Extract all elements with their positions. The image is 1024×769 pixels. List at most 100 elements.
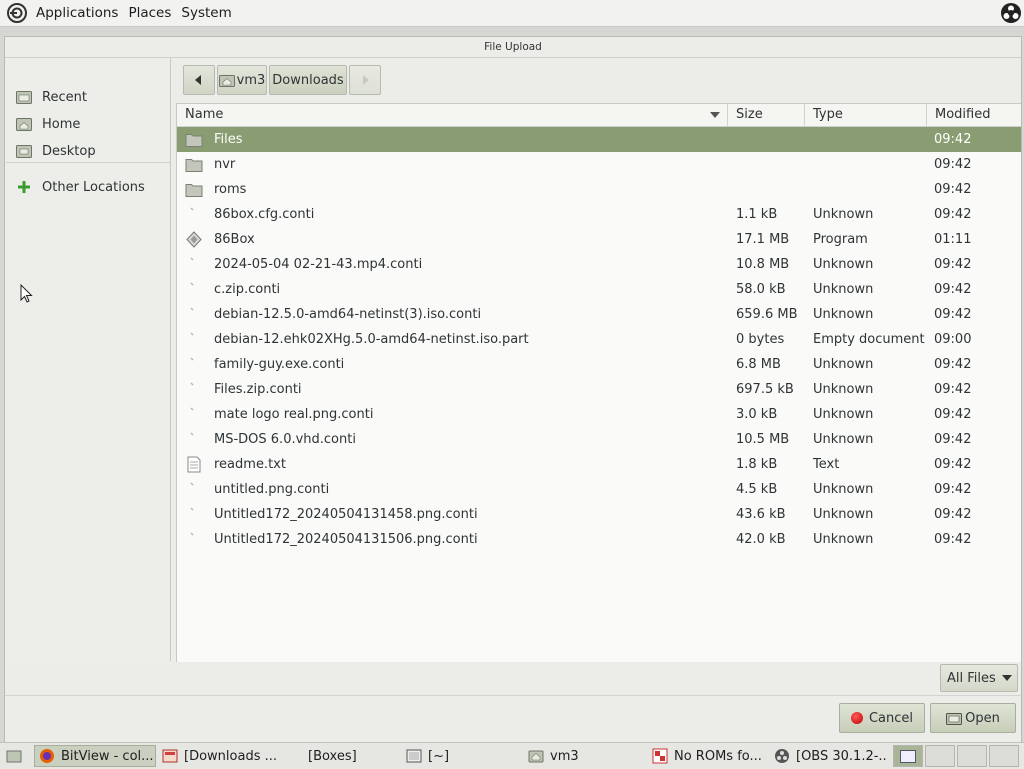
chevron-down-icon: [1001, 675, 1012, 681]
file-type: Unknown: [813, 207, 874, 222]
unknown-file-icon: [185, 506, 203, 523]
taskbar-item[interactable]: [Downloads ...: [158, 745, 278, 767]
right-arrow-icon: [363, 75, 369, 85]
dialog-title[interactable]: File Upload: [5, 37, 1021, 58]
column-header-modified[interactable]: Modified: [927, 104, 1021, 126]
column-header-size[interactable]: Size: [728, 104, 805, 126]
file-row[interactable]: Files 09:42: [177, 127, 1021, 152]
show-desktop-button[interactable]: [2, 745, 24, 767]
file-row[interactable]: c.zip.conti 58.0 kB Unknown 09:42: [177, 277, 1021, 302]
file-row[interactable]: Untitled172_20240504131458.png.conti 43.6…: [177, 502, 1021, 527]
file-modified: 09:42: [934, 257, 972, 272]
unknown-file-icon: [185, 481, 203, 498]
file-row[interactable]: 86Box 17.1 MB Program 01:11: [177, 227, 1021, 252]
file-row[interactable]: roms 09:42: [177, 177, 1021, 202]
file-modified: 09:00: [934, 332, 972, 347]
path-segment-downloads[interactable]: Downloads: [269, 65, 347, 95]
taskbar-item[interactable]: No ROMs fo...: [648, 745, 766, 767]
file-row[interactable]: 2024-05-04 02-21-43.mp4.conti 10.8 MB Unkn…: [177, 252, 1021, 277]
file-row[interactable]: untitled.png.conti 4.5 kB Unknown 09:42: [177, 477, 1021, 502]
path-forward-button[interactable]: [349, 65, 381, 95]
file-modified: 09:42: [934, 307, 972, 322]
column-header-name[interactable]: Name: [177, 104, 728, 126]
file-row[interactable]: readme.txt 1.8 kB Text 09:42: [177, 452, 1021, 477]
file-row[interactable]: Files.zip.conti 697.5 kB Unknown 09:42: [177, 377, 1021, 402]
applications-menu[interactable]: Applications: [31, 5, 123, 21]
sidebar-item-desktop[interactable]: Desktop: [16, 139, 96, 163]
workspace-1[interactable]: [893, 745, 923, 767]
sidebar-item-label: Recent: [42, 89, 87, 105]
file-row[interactable]: mate logo real.png.conti 3.0 kB Unknown 09:…: [177, 402, 1021, 427]
taskbar-item-label: [Boxes]: [308, 748, 357, 764]
mouse-cursor-icon: [20, 284, 33, 303]
mate-logo-icon[interactable]: [7, 3, 27, 23]
file-type: Unknown: [813, 407, 874, 422]
file-modified: 01:11: [934, 232, 972, 247]
file-name: Files.zip.conti: [214, 382, 302, 397]
open-button[interactable]: Open: [930, 703, 1016, 733]
file-name: debian-12.ehk02XHg.5.0-amd64-netinst.iso…: [214, 332, 529, 347]
path-segment-vm3[interactable]: vm3: [217, 65, 267, 95]
file-modified: 09:42: [934, 407, 972, 422]
file-size: 42.0 kB: [736, 532, 786, 547]
file-row[interactable]: family-guy.exe.conti 6.8 MB Unknown 09:42: [177, 352, 1021, 377]
file-row[interactable]: debian-12.5.0-amd64-netinst(3).iso.conti…: [177, 302, 1021, 327]
file-size: 58.0 kB: [736, 282, 786, 297]
obs-tray-icon[interactable]: [1000, 2, 1022, 24]
sidebar-item-other-locations[interactable]: Other Locations: [16, 175, 145, 199]
taskbar-item[interactable]: [~]: [402, 745, 512, 767]
path-segment-label: vm3: [236, 72, 266, 88]
executable-icon: [185, 231, 203, 248]
path-back-button[interactable]: [183, 65, 215, 95]
file-size: 17.1 MB: [736, 232, 790, 247]
taskbar-item[interactable]: vm3: [524, 745, 636, 767]
sort-descending-icon: [710, 112, 720, 118]
file-upload-dialog: File Upload Recent Home Desktop Other Lo…: [4, 36, 1022, 743]
open-label: Open: [965, 710, 1000, 726]
file-name: family-guy.exe.conti: [214, 357, 345, 372]
file-name: nvr: [214, 157, 236, 172]
workspace-3[interactable]: [957, 745, 987, 767]
sidebar-item-home[interactable]: Home: [16, 112, 80, 136]
file-name: Untitled172_20240504131458.png.conti: [214, 507, 478, 522]
places-menu[interactable]: Places: [123, 5, 176, 21]
file-name: debian-12.5.0-amd64-netinst(3).iso.conti: [214, 307, 482, 322]
file-type: Empty document: [813, 332, 925, 347]
places-sidebar: Recent Home Desktop Other Locations: [6, 58, 171, 661]
workspace-4[interactable]: [989, 745, 1019, 767]
system-menu[interactable]: System: [176, 5, 236, 21]
top-panel: Applications Places System: [0, 0, 1024, 27]
taskbar-item[interactable]: BitView - col...: [34, 745, 156, 767]
file-type: Unknown: [813, 307, 874, 322]
home-folder-icon: [218, 74, 235, 87]
file-size: 1.1 kB: [736, 207, 778, 222]
taskbar-item[interactable]: [Boxes]: [282, 745, 382, 767]
taskbar-item-label: vm3: [550, 748, 579, 764]
taskbar-item-label: [Downloads ...: [184, 748, 277, 764]
file-row[interactable]: 86box.cfg.conti 1.1 kB Unknown 09:42: [177, 202, 1021, 227]
workspace-2[interactable]: [925, 745, 955, 767]
column-header-type[interactable]: Type: [805, 104, 927, 126]
file-name: mate logo real.png.conti: [214, 407, 374, 422]
cancel-button[interactable]: Cancel: [839, 703, 925, 733]
cancel-icon: [850, 712, 863, 724]
file-row[interactable]: debian-12.ehk02XHg.5.0-amd64-netinst.iso…: [177, 327, 1021, 352]
file-type: Unknown: [813, 357, 874, 372]
file-name: untitled.png.conti: [214, 482, 330, 497]
file-row[interactable]: nvr 09:42: [177, 152, 1021, 177]
unknown-file-icon: [185, 406, 203, 423]
file-row[interactable]: MS-DOS 6.0.vhd.conti 10.5 MB Unknown 09:42: [177, 427, 1021, 452]
file-modified: 09:42: [934, 532, 972, 547]
file-type-filter[interactable]: All Files: [940, 664, 1018, 692]
file-size: 10.5 MB: [736, 432, 790, 447]
taskbar-item[interactable]: [OBS 30.1.2-...: [770, 745, 888, 767]
file-size: 697.5 kB: [736, 382, 794, 397]
file-modified: 09:42: [934, 432, 972, 447]
file-row[interactable]: Untitled172_20240504131506.png.conti 42.0…: [177, 527, 1021, 552]
file-list[interactable]: Name Size Type Modified Files 09:42 nvr 09:…: [176, 103, 1021, 662]
file-modified: 09:42: [934, 207, 972, 222]
file-modified: 09:42: [934, 457, 972, 472]
sidebar-item-recent[interactable]: Recent: [16, 85, 87, 109]
file-name: 86box.cfg.conti: [214, 207, 315, 222]
file-type: Unknown: [813, 482, 874, 497]
